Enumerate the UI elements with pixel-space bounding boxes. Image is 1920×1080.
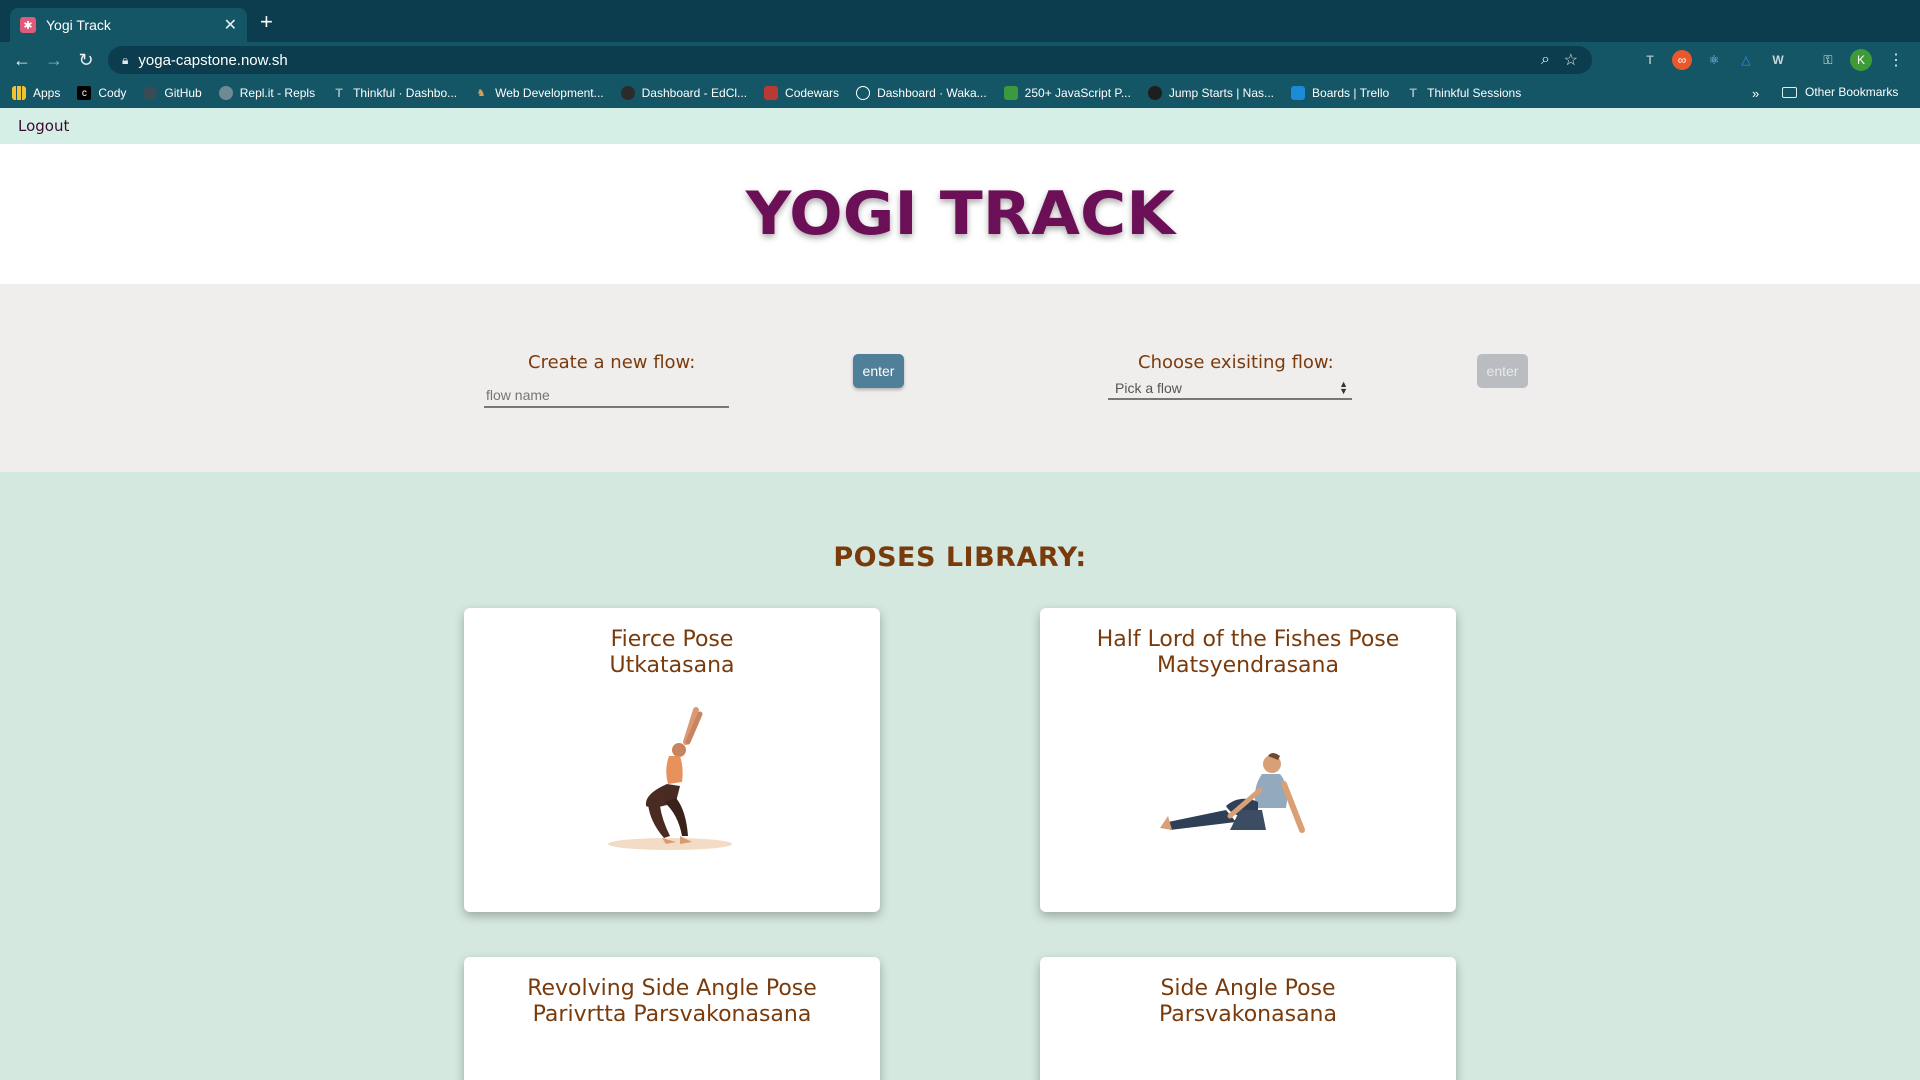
close-icon[interactable]: ✕ bbox=[224, 15, 237, 35]
w-extension-icon[interactable]: W bbox=[1768, 50, 1788, 70]
bookmark-edclub[interactable]: Dashboard - EdCl... bbox=[620, 86, 747, 100]
flow-name-input[interactable] bbox=[484, 384, 729, 408]
address-bar[interactable]: 🔒︎ yoga-capstone.now.sh ⌕ ☆ bbox=[108, 46, 1592, 74]
create-flow-enter-button[interactable]: enter bbox=[853, 354, 904, 388]
pose-card[interactable]: Side Angle Pose Parsvakonasana bbox=[1040, 957, 1456, 1080]
orange-extension-icon[interactable]: ∞ bbox=[1672, 50, 1692, 70]
browser-toolbar: ← → ↻ 🔒︎ yoga-capstone.now.sh ⌕ ☆ T ∞ ⚛ … bbox=[0, 42, 1920, 78]
pose-card[interactable]: Revolving Side Angle Pose Parivrtta Pars… bbox=[464, 957, 880, 1080]
bookmark-jump-starts[interactable]: Jump Starts | Nas... bbox=[1147, 86, 1274, 100]
pose-sanskrit-name: Parivrtta Parsvakonasana bbox=[532, 1002, 812, 1027]
folder-icon bbox=[1782, 86, 1797, 98]
pose-english-name: Half Lord of the Fishes Pose bbox=[1096, 627, 1400, 652]
pose-sanskrit-name: Parsvakonasana bbox=[1159, 1002, 1337, 1027]
fierce-pose-illustration bbox=[464, 698, 880, 858]
flow-select[interactable]: Pick a flow ▲ ▼ bbox=[1108, 378, 1352, 400]
thinkful-icon: T bbox=[1409, 86, 1417, 100]
bookmark-star-icon[interactable]: ☆ bbox=[1564, 50, 1578, 70]
logout-link[interactable]: Logout bbox=[18, 117, 69, 135]
lock-icon: 🔒︎ bbox=[122, 52, 129, 67]
bookmark-wakatime[interactable]: Dashboard · Waka... bbox=[856, 86, 987, 100]
bookmark-thinkful-dashboard[interactable]: T Thinkful · Dashbo... bbox=[332, 86, 457, 100]
pose-sanskrit-name: Matsyendrasana bbox=[1157, 653, 1339, 678]
javascript-projects-icon bbox=[1003, 86, 1018, 100]
github-icon bbox=[143, 86, 158, 100]
replit-icon bbox=[218, 86, 233, 100]
pose-name: Fierce Pose Utkatasana bbox=[464, 627, 880, 679]
site-header: YOGI TRACK bbox=[0, 144, 1920, 284]
more-bookmarks-icon[interactable]: » bbox=[1752, 86, 1759, 101]
jump-starts-icon bbox=[1147, 86, 1162, 100]
browser-tabstrip: ✱ Yogi Track ✕ + bbox=[0, 0, 1920, 42]
library-title: POSES LIBRARY: bbox=[833, 542, 1087, 573]
pose-name: Half Lord of the Fishes Pose Matsyendras… bbox=[1040, 627, 1456, 679]
key-icon[interactable]: ⚿ bbox=[1818, 50, 1838, 70]
reload-icon[interactable]: ↻ bbox=[70, 44, 102, 76]
pose-card[interactable]: Fierce Pose Utkatasana bbox=[464, 608, 880, 912]
thinkful-icon: T bbox=[335, 86, 343, 100]
pose-sanskrit-name: Utkatasana bbox=[609, 653, 735, 678]
forward-icon[interactable]: → bbox=[38, 44, 70, 76]
brand-title: YOGI TRACK bbox=[745, 179, 1175, 249]
extensions-area: T ∞ ⚛ △ W ⚿ K ⋮ bbox=[1640, 46, 1904, 74]
yoga-favicon-icon: ✱ bbox=[20, 17, 36, 33]
bookmark-apps[interactable]: Apps bbox=[12, 86, 60, 100]
pose-english-name: Side Angle Pose bbox=[1160, 976, 1336, 1001]
poses-library: POSES LIBRARY: Fierce Pose Utkatasana Ha… bbox=[0, 472, 1920, 1080]
top-nav: Logout bbox=[0, 108, 1920, 144]
wakatime-icon bbox=[856, 86, 871, 100]
tab-title: Yogi Track bbox=[46, 17, 111, 33]
bookmark-thinkful-sessions[interactable]: T Thinkful Sessions bbox=[1406, 86, 1522, 100]
owl-icon: ♞ bbox=[476, 87, 486, 99]
react-devtools-icon[interactable]: ⚛ bbox=[1704, 50, 1724, 70]
zoom-icon[interactable]: ⌕ bbox=[1541, 51, 1550, 69]
select-arrows-icon: ▲ ▼ bbox=[1339, 379, 1348, 396]
choose-flow-label: Choose exisiting flow: bbox=[1138, 352, 1334, 373]
menu-kebab-icon[interactable]: ⋮ bbox=[1888, 50, 1904, 70]
pose-english-name: Fierce Pose bbox=[610, 627, 734, 652]
page-content: Logout YOGI TRACK Create a new flow: ent… bbox=[0, 108, 1920, 1080]
profile-avatar[interactable]: K bbox=[1850, 49, 1872, 71]
create-flow-label: Create a new flow: bbox=[528, 352, 696, 373]
bookmarks-bar: Apps c Cody GitHub Repl.it - Repls T Think… bbox=[0, 78, 1920, 108]
pose-name: Side Angle Pose Parsvakonasana bbox=[1040, 976, 1456, 1028]
choose-flow-enter-button[interactable]: enter bbox=[1477, 354, 1528, 388]
bookmark-replit[interactable]: Repl.it - Repls bbox=[218, 86, 315, 100]
ninja-icon bbox=[620, 86, 635, 100]
flow-select-value: Pick a flow bbox=[1115, 380, 1182, 396]
pose-card[interactable]: Half Lord of the Fishes Pose Matsyendras… bbox=[1040, 608, 1456, 912]
bookmark-cody[interactable]: c Cody bbox=[77, 86, 126, 100]
trello-icon bbox=[1291, 86, 1306, 100]
triangle-extension-icon[interactable]: △ bbox=[1736, 50, 1756, 70]
bookmark-codewars[interactable]: Codewars bbox=[764, 86, 839, 100]
bookmark-web-development[interactable]: ♞ Web Development... bbox=[474, 86, 604, 100]
other-bookmarks[interactable]: Other Bookmarks bbox=[1782, 85, 1898, 99]
pose-name: Revolving Side Angle Pose Parivrtta Pars… bbox=[464, 976, 880, 1028]
bookmark-trello[interactable]: Boards | Trello bbox=[1291, 86, 1389, 100]
url-text: yoga-capstone.now.sh bbox=[138, 51, 288, 69]
bookmark-github[interactable]: GitHub bbox=[143, 86, 202, 100]
bookmark-javascript-projects[interactable]: 250+ JavaScript P... bbox=[1003, 86, 1131, 100]
thinkful-extension-icon[interactable]: T bbox=[1640, 50, 1660, 70]
apps-grid-icon bbox=[12, 86, 26, 100]
back-icon[interactable]: ← bbox=[6, 44, 38, 76]
pose-english-name: Revolving Side Angle Pose bbox=[527, 976, 817, 1001]
half-lord-of-fishes-illustration bbox=[1040, 698, 1456, 858]
codewars-icon bbox=[764, 86, 779, 100]
new-tab-icon[interactable]: + bbox=[260, 11, 273, 33]
cody-icon: c bbox=[77, 86, 92, 100]
flow-controls: Create a new flow: enter Choose exisitin… bbox=[0, 284, 1920, 472]
browser-tab[interactable]: ✱ Yogi Track ✕ bbox=[10, 8, 247, 42]
